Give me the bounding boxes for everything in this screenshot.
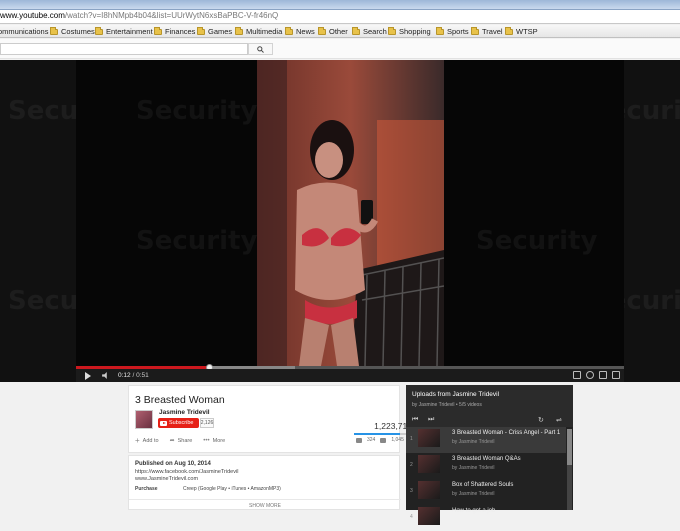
folder-icon	[154, 26, 162, 35]
like-ratio-fill	[354, 433, 401, 435]
theater-mode-icon[interactable]	[599, 371, 607, 379]
play-icon[interactable]	[85, 372, 91, 380]
playlist-item[interactable]: 2 3 Breasted Woman Q&As by Jasmine Tride…	[406, 453, 566, 479]
folder-icon	[505, 26, 513, 35]
bookmark-wtsp[interactable]: WTSP	[505, 26, 538, 36]
playlist-item[interactable]: 3 Box of Shattered Souls by Jasmine Trid…	[406, 479, 566, 505]
settings-gear-icon[interactable]	[586, 371, 594, 379]
video-thumbnail	[418, 455, 440, 473]
shuffle-icon[interactable]: ⇌	[556, 416, 562, 424]
video-actions: + Add to ➦ Share ••• More	[135, 436, 225, 445]
more-button[interactable]: ••• More	[203, 438, 225, 444]
video-thumbnail	[418, 429, 440, 447]
bookmark-travel[interactable]: Travel	[471, 26, 503, 36]
bookmark-entertainment[interactable]: Entertainment	[95, 26, 153, 36]
playlist-item[interactable]: 4 How to get a job	[406, 505, 566, 531]
watermark-text: Security	[136, 96, 258, 126]
folder-icon	[436, 26, 444, 35]
channel-name[interactable]: Jasmine Tridevil	[159, 409, 210, 416]
next-icon[interactable]: ⏭	[428, 416, 434, 424]
video-thumbnail	[418, 481, 440, 499]
video-player: Security Security Security Security Secu…	[0, 60, 680, 382]
folder-icon	[235, 26, 243, 35]
bookmark-finances[interactable]: Finances	[154, 26, 195, 36]
folder-icon	[388, 26, 396, 35]
bookmark-shopping[interactable]: Shopping	[388, 26, 431, 36]
playlist-subtitle: by Jasmine Tridevil • 5/5 videos	[412, 402, 482, 408]
scrollbar-thumb[interactable]	[567, 429, 572, 465]
folder-icon	[95, 26, 103, 35]
player-controls: 0:12 / 0:51	[76, 369, 624, 382]
search-icon	[257, 45, 264, 53]
folder-icon	[285, 26, 293, 35]
purchase-label: Purchase	[135, 486, 158, 492]
search-button[interactable]	[248, 43, 273, 55]
bookmark-sports[interactable]: Sports	[436, 26, 469, 36]
show-more-button[interactable]: SHOW MORE	[129, 499, 401, 509]
video-frame	[257, 60, 444, 366]
loop-icon[interactable]: ↻	[538, 416, 544, 424]
like-dislike: 324 1,045	[356, 437, 404, 443]
more-dots-icon: •••	[203, 437, 210, 444]
description-card: Published on Aug 10, 2014 https://www.fa…	[128, 455, 401, 510]
subscriber-count: 2,126	[200, 418, 214, 428]
search-input[interactable]	[0, 43, 248, 55]
purchase-links[interactable]: Creep (Google Play • iTunes • AmazonMP3)	[183, 486, 281, 492]
folder-icon	[471, 26, 479, 35]
channel-avatar[interactable]	[135, 410, 153, 429]
playlist-title[interactable]: Uploads from Jasmine Tridevil	[412, 391, 499, 398]
video-still-image	[257, 60, 444, 366]
like-ratio-bar	[354, 433, 412, 435]
address-bar[interactable]: www.youtube.com/watch?v=I8hNMpb4b04&list…	[0, 10, 680, 24]
playlist-item[interactable]: 1 3 Breasted Woman - Criss Angel - Part …	[406, 427, 566, 453]
thumbs-up-icon[interactable]	[356, 437, 362, 443]
playlist-items: 1 3 Breasted Woman - Criss Angel - Part …	[406, 427, 573, 531]
bookmark-news[interactable]: News	[285, 26, 315, 36]
plus-icon: +	[135, 436, 140, 445]
player-right-controls	[573, 371, 620, 379]
youtube-logo-icon	[160, 420, 167, 426]
youtube-header	[0, 39, 680, 59]
captions-icon[interactable]	[573, 371, 581, 379]
watermark-text: Security	[476, 226, 598, 256]
folder-icon	[352, 26, 360, 35]
thumbs-down-icon[interactable]	[380, 437, 387, 443]
watermark-text: Security	[136, 226, 258, 256]
playlist-panel: Uploads from Jasmine Tridevil by Jasmine…	[406, 385, 573, 525]
subscribe-button[interactable]: Subscribe	[158, 418, 199, 428]
time-display: 0:12 / 0:51	[118, 372, 149, 379]
playlist-scrollbar[interactable]	[567, 429, 572, 510]
bookmark-multimedia[interactable]: Multimedia	[235, 26, 282, 36]
folder-icon	[50, 26, 58, 35]
add-to-button[interactable]: + Add to	[135, 436, 159, 445]
volume-icon[interactable]	[102, 372, 110, 379]
video-title: 3 Breasted Woman	[135, 394, 225, 406]
video-canvas[interactable]: Security Security Security	[76, 60, 624, 366]
fullscreen-icon[interactable]	[612, 371, 620, 379]
bookmark-other[interactable]: Other	[318, 26, 348, 36]
description-link[interactable]: www.JasmineTridevil.com	[135, 476, 198, 482]
view-count: 1,223,714	[374, 421, 412, 431]
folder-icon	[197, 26, 205, 35]
share-icon: ➦	[169, 438, 175, 444]
url-text[interactable]: www.youtube.com/watch?v=I8hNMpb4b04&list…	[0, 11, 278, 20]
bookmark-games[interactable]: Games	[197, 26, 232, 36]
playlist-header: Uploads from Jasmine Tridevil by Jasmine…	[406, 385, 573, 413]
bookmark-communications[interactable]: ommunications	[0, 27, 48, 36]
playlist-controls: ⏮ ⏭ ↻ ⇌	[406, 413, 573, 427]
publish-date: Published on Aug 10, 2014	[135, 461, 211, 467]
bookmark-search[interactable]: Search	[352, 26, 387, 36]
browser-titlebar	[0, 0, 680, 10]
bookmark-costumes[interactable]: Costumes	[50, 26, 95, 36]
description-link[interactable]: https://www.facebook.com/JasmineTridevil	[135, 469, 238, 475]
folder-icon	[318, 26, 326, 35]
bookmarks-bar: ommunications Costumes Entertainment Fin…	[0, 25, 680, 38]
share-button[interactable]: ➦ Share	[169, 437, 193, 445]
previous-icon[interactable]: ⏮	[412, 416, 418, 424]
